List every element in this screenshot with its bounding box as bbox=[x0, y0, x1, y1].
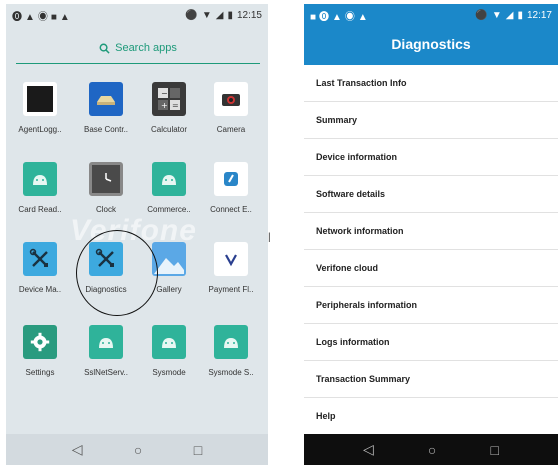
app-settings[interactable]: Settings bbox=[8, 325, 72, 377]
recents-button[interactable]: □ bbox=[194, 442, 202, 458]
signal-icon: ◢ bbox=[505, 9, 514, 21]
app-label: SslNetServ.. bbox=[84, 368, 128, 377]
notification-icons: ⓿▲◉■▲ bbox=[12, 11, 73, 23]
do-not-disturb-icon: ⚫ bbox=[185, 9, 198, 21]
wifi-icon: ▼ bbox=[491, 9, 502, 21]
app-commerce[interactable]: Commerce.. bbox=[137, 162, 201, 214]
app-payment-flow[interactable]: Payment Fl.. bbox=[199, 242, 263, 294]
tools-icon bbox=[23, 242, 57, 276]
app-agentlogger[interactable]: AgentLogg.. bbox=[8, 82, 72, 134]
app-card-reader[interactable]: Card Read.. bbox=[8, 162, 72, 214]
home-button[interactable]: ○ bbox=[134, 442, 142, 458]
app-sysmode-s[interactable]: Sysmode S.. bbox=[199, 325, 263, 377]
camera-icon bbox=[214, 82, 248, 116]
system-icons: ⚫ ▼ ◢ ▮ 12:17 bbox=[475, 10, 552, 21]
app-base-control[interactable]: Base Contr.. bbox=[74, 82, 138, 134]
app-clock[interactable]: Clock bbox=[74, 162, 138, 214]
app-label: Clock bbox=[95, 205, 116, 214]
menu-item-logs-information[interactable]: Logs information bbox=[304, 324, 558, 361]
app-label: Device Ma.. bbox=[18, 285, 62, 294]
notification-icons: ■⓿▲◉▲ bbox=[310, 11, 371, 23]
base-control-icon bbox=[89, 82, 123, 116]
app-label: AgentLogg.. bbox=[18, 125, 62, 134]
menu-item-device-information[interactable]: Device information bbox=[304, 139, 558, 176]
signal-icon: ◢ bbox=[215, 9, 224, 21]
app-label: Base Contr.. bbox=[83, 125, 129, 134]
home-button[interactable]: ○ bbox=[428, 442, 436, 458]
app-bar: ■⓿▲◉▲ ⚫ ▼ ◢ ▮ 12:17 Diagnostics bbox=[304, 4, 558, 65]
search-label: Search apps bbox=[115, 42, 177, 54]
do-not-disturb-icon: ⚫ bbox=[475, 9, 488, 21]
battery-icon: ▮ bbox=[517, 9, 523, 21]
app-camera[interactable]: Camera bbox=[199, 82, 263, 134]
status-bar: ■⓿▲◉▲ ⚫ ▼ ◢ ▮ 12:17 bbox=[304, 4, 558, 26]
back-button[interactable]: ◁ bbox=[72, 441, 83, 458]
app-sslnetserv[interactable]: SslNetServ.. bbox=[74, 325, 138, 377]
verifone-icon bbox=[214, 242, 248, 276]
android-icon bbox=[152, 325, 186, 359]
menu-item-software-details[interactable]: Software details bbox=[304, 176, 558, 213]
status-bar: ⓿▲◉■▲ ⚫ ▼ ◢ ▮ 12:15 bbox=[6, 4, 268, 26]
app-calculator[interactable]: − + = Calculator bbox=[137, 82, 201, 134]
app-label: Calculator bbox=[150, 125, 187, 134]
clock-icon bbox=[89, 162, 123, 196]
app-label: Sysmode bbox=[152, 368, 186, 377]
app-device-manager[interactable]: Device Ma.. bbox=[8, 242, 72, 294]
svg-text:+: + bbox=[161, 101, 168, 110]
navigation-bar: ◁ ○ □ bbox=[304, 434, 558, 465]
status-time: 12:17 bbox=[526, 9, 552, 21]
menu-item-summary[interactable]: Summary bbox=[304, 102, 558, 139]
app-label: Commerce.. bbox=[147, 205, 191, 214]
svg-text:=: = bbox=[172, 101, 179, 110]
highlight-circle bbox=[76, 230, 158, 316]
app-connect[interactable]: Connect E.. bbox=[199, 162, 263, 214]
system-icons: ⚫ ▼ ◢ ▮ 12:15 bbox=[185, 10, 262, 21]
calculator-icon: − + = bbox=[152, 82, 186, 116]
search-icon bbox=[99, 43, 110, 54]
app-label: Card Read.. bbox=[18, 205, 62, 214]
menu-item-last-transaction-info[interactable]: Last Transaction Info bbox=[304, 65, 558, 102]
app-label: Connect E.. bbox=[210, 205, 252, 214]
search-apps-bar[interactable]: Search apps bbox=[16, 31, 260, 65]
android-icon bbox=[214, 325, 248, 359]
app-label: Camera bbox=[216, 125, 246, 134]
status-time: 12:15 bbox=[236, 9, 262, 21]
search-underline bbox=[16, 63, 260, 64]
back-button[interactable]: ◁ bbox=[363, 441, 374, 458]
app-label: Settings bbox=[25, 368, 55, 377]
connect-icon bbox=[214, 162, 248, 196]
agent-icon bbox=[23, 82, 57, 116]
app-label: Payment Fl.. bbox=[208, 285, 254, 294]
svg-text:−: − bbox=[161, 89, 168, 98]
app-drawer-screen: ⓿▲◉■▲ ⚫ ▼ ◢ ▮ 12:15 Search apps AgentLog… bbox=[6, 4, 268, 465]
navigation-bar: ◁ ○ □ bbox=[6, 434, 268, 465]
page-title: Diagnostics bbox=[391, 36, 471, 52]
menu-item-verifone-cloud[interactable]: Verifone cloud bbox=[304, 250, 558, 287]
scroll-edge-marker: | bbox=[268, 232, 271, 243]
wifi-icon: ▼ bbox=[201, 9, 212, 21]
menu-item-network-information[interactable]: Network information bbox=[304, 213, 558, 250]
android-icon bbox=[23, 162, 57, 196]
android-icon bbox=[152, 162, 186, 196]
android-icon bbox=[89, 325, 123, 359]
menu-item-peripherals-information[interactable]: Peripherals information bbox=[304, 287, 558, 324]
app-sysmode[interactable]: Sysmode bbox=[137, 325, 201, 377]
menu-item-transaction-summary[interactable]: Transaction Summary bbox=[304, 361, 558, 398]
menu-item-help[interactable]: Help bbox=[304, 398, 558, 435]
recents-button[interactable]: □ bbox=[490, 442, 498, 458]
app-label: Sysmode S.. bbox=[208, 368, 254, 377]
battery-icon: ▮ bbox=[227, 9, 233, 21]
diagnostics-screen: ■⓿▲◉▲ ⚫ ▼ ◢ ▮ 12:17 Diagnostics Last Tra… bbox=[304, 4, 558, 465]
gear-icon bbox=[23, 325, 57, 359]
diagnostics-menu: Last Transaction Info Summary Device inf… bbox=[304, 65, 558, 435]
